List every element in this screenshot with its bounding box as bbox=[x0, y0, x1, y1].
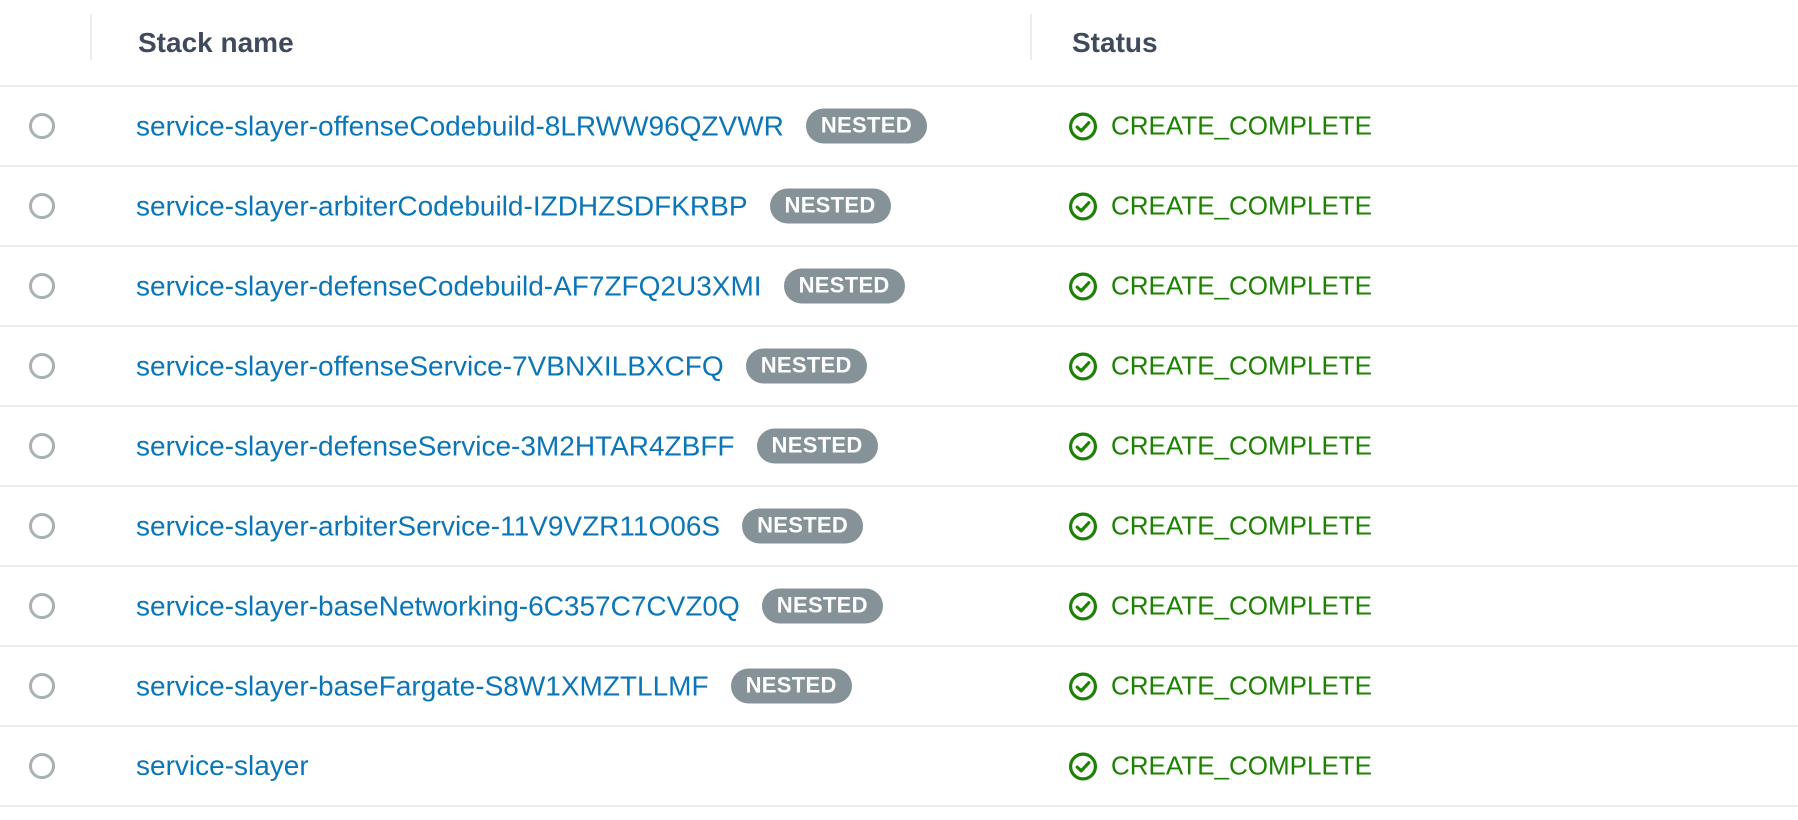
stack-name-link[interactable]: service-slayer-arbiterService-11V9VZR11O… bbox=[136, 510, 720, 542]
stack-name-link[interactable]: service-slayer-offenseCodebuild-8LRWW96Q… bbox=[136, 110, 784, 142]
table-body: service-slayer-offenseCodebuild-8LRWW96Q… bbox=[0, 87, 1798, 807]
table-header-row: Stack name Status bbox=[0, 0, 1798, 87]
check-circle-icon bbox=[1068, 191, 1098, 221]
stack-name-cell: service-slayer bbox=[136, 750, 309, 782]
check-circle-icon bbox=[1068, 591, 1098, 621]
column-header-stack-name[interactable]: Stack name bbox=[138, 27, 294, 59]
table-row: service-slayer-defenseCodebuild-AF7ZFQ2U… bbox=[0, 247, 1798, 327]
row-select-radio[interactable] bbox=[29, 673, 55, 699]
table-row: service-slayer-arbiterCodebuild-IZDHZSDF… bbox=[0, 167, 1798, 247]
status-cell: CREATE_COMPLETE bbox=[1068, 591, 1372, 622]
stack-name-cell: service-slayer-baseNetworking-6C357C7CVZ… bbox=[136, 589, 883, 624]
nested-badge: NESTED bbox=[784, 269, 905, 304]
nested-badge: NESTED bbox=[731, 669, 852, 704]
status-text: CREATE_COMPLETE bbox=[1111, 511, 1372, 542]
status-text: CREATE_COMPLETE bbox=[1111, 351, 1372, 382]
stack-name-cell: service-slayer-defenseService-3M2HTAR4ZB… bbox=[136, 429, 878, 464]
table-row: service-slayer-offenseService-7VBNXILBXC… bbox=[0, 327, 1798, 407]
check-circle-icon bbox=[1068, 271, 1098, 301]
status-text: CREATE_COMPLETE bbox=[1111, 191, 1372, 222]
row-select-radio[interactable] bbox=[29, 273, 55, 299]
row-select-radio[interactable] bbox=[29, 193, 55, 219]
status-text: CREATE_COMPLETE bbox=[1111, 111, 1372, 142]
status-cell: CREATE_COMPLETE bbox=[1068, 671, 1372, 702]
status-cell: CREATE_COMPLETE bbox=[1068, 111, 1372, 142]
column-divider bbox=[1030, 14, 1032, 60]
status-cell: CREATE_COMPLETE bbox=[1068, 191, 1372, 222]
row-select-radio[interactable] bbox=[29, 113, 55, 139]
row-select-radio[interactable] bbox=[29, 353, 55, 379]
table-row: service-slayer CREATE_COMPLETE bbox=[0, 727, 1798, 807]
stack-name-link[interactable]: service-slayer-arbiterCodebuild-IZDHZSDF… bbox=[136, 190, 748, 222]
nested-badge: NESTED bbox=[742, 509, 863, 544]
status-text: CREATE_COMPLETE bbox=[1111, 431, 1372, 462]
stack-name-cell: service-slayer-baseFargate-S8W1XMZTLLMF … bbox=[136, 669, 852, 704]
status-text: CREATE_COMPLETE bbox=[1111, 271, 1372, 302]
stack-name-cell: service-slayer-defenseCodebuild-AF7ZFQ2U… bbox=[136, 269, 905, 304]
stack-name-link[interactable]: service-slayer-defenseService-3M2HTAR4ZB… bbox=[136, 430, 735, 462]
column-header-status[interactable]: Status bbox=[1072, 27, 1158, 59]
status-text: CREATE_COMPLETE bbox=[1111, 591, 1372, 622]
nested-badge: NESTED bbox=[806, 109, 927, 144]
status-cell: CREATE_COMPLETE bbox=[1068, 751, 1372, 782]
check-circle-icon bbox=[1068, 671, 1098, 701]
status-text: CREATE_COMPLETE bbox=[1111, 751, 1372, 782]
stack-name-link[interactable]: service-slayer-defenseCodebuild-AF7ZFQ2U… bbox=[136, 270, 762, 302]
table-row: service-slayer-defenseService-3M2HTAR4ZB… bbox=[0, 407, 1798, 487]
nested-badge: NESTED bbox=[757, 429, 878, 464]
status-text: CREATE_COMPLETE bbox=[1111, 671, 1372, 702]
stack-name-cell: service-slayer-arbiterCodebuild-IZDHZSDF… bbox=[136, 189, 891, 224]
row-select-radio[interactable] bbox=[29, 433, 55, 459]
table-row: service-slayer-offenseCodebuild-8LRWW96Q… bbox=[0, 87, 1798, 167]
nested-badge: NESTED bbox=[770, 189, 891, 224]
check-circle-icon bbox=[1068, 351, 1098, 381]
row-select-radio[interactable] bbox=[29, 513, 55, 539]
status-cell: CREATE_COMPLETE bbox=[1068, 511, 1372, 542]
table-row: service-slayer-baseFargate-S8W1XMZTLLMF … bbox=[0, 647, 1798, 727]
status-cell: CREATE_COMPLETE bbox=[1068, 431, 1372, 462]
row-select-radio[interactable] bbox=[29, 593, 55, 619]
stacks-table: Stack name Status service-slayer-offense… bbox=[0, 0, 1798, 807]
column-divider bbox=[90, 14, 92, 60]
check-circle-icon bbox=[1068, 751, 1098, 781]
nested-badge: NESTED bbox=[762, 589, 883, 624]
table-row: service-slayer-arbiterService-11V9VZR11O… bbox=[0, 487, 1798, 567]
stack-name-cell: service-slayer-offenseService-7VBNXILBXC… bbox=[136, 349, 867, 384]
stack-name-link[interactable]: service-slayer-baseFargate-S8W1XMZTLLMF bbox=[136, 670, 709, 702]
row-select-radio[interactable] bbox=[29, 753, 55, 779]
stack-name-link[interactable]: service-slayer-offenseService-7VBNXILBXC… bbox=[136, 350, 724, 382]
stack-name-link[interactable]: service-slayer-baseNetworking-6C357C7CVZ… bbox=[136, 590, 740, 622]
stack-name-cell: service-slayer-arbiterService-11V9VZR11O… bbox=[136, 509, 863, 544]
check-circle-icon bbox=[1068, 511, 1098, 541]
stack-name-link[interactable]: service-slayer bbox=[136, 750, 309, 782]
check-circle-icon bbox=[1068, 111, 1098, 141]
nested-badge: NESTED bbox=[746, 349, 867, 384]
table-row: service-slayer-baseNetworking-6C357C7CVZ… bbox=[0, 567, 1798, 647]
stack-name-cell: service-slayer-offenseCodebuild-8LRWW96Q… bbox=[136, 109, 927, 144]
status-cell: CREATE_COMPLETE bbox=[1068, 271, 1372, 302]
status-cell: CREATE_COMPLETE bbox=[1068, 351, 1372, 382]
check-circle-icon bbox=[1068, 431, 1098, 461]
